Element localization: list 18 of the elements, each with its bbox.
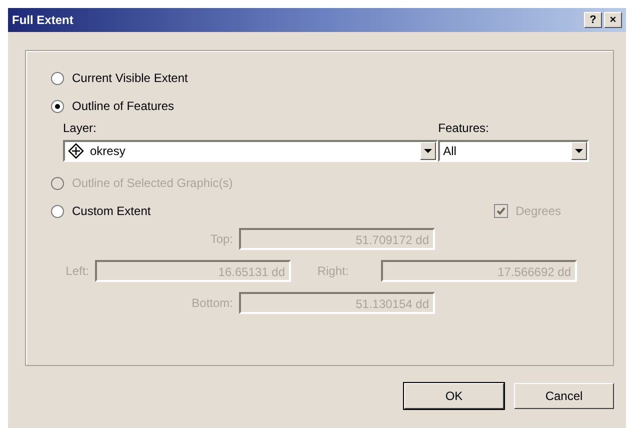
layer-dropdown[interactable]: okresy: [63, 140, 438, 162]
cancel-button[interactable]: Cancel: [514, 383, 614, 409]
top-label: Top:: [209, 232, 234, 246]
radio-option[interactable]: Outline of Features: [51, 99, 174, 113]
radio-option[interactable]: Current Visible Extent: [51, 71, 188, 85]
window-title: Full Extent: [12, 13, 74, 27]
features-dropdown[interactable]: All: [438, 140, 589, 162]
help-button[interactable]: ?: [584, 12, 602, 28]
bottom-label: Bottom:: [190, 296, 234, 310]
right-label: Right:: [316, 264, 350, 278]
radio-option[interactable]: Custom Extent: [51, 204, 151, 218]
left-label: Left:: [64, 264, 90, 278]
close-button[interactable]: ×: [604, 12, 622, 28]
features-label: Features:: [438, 121, 490, 135]
polygon-layer-icon: [68, 143, 84, 159]
ok-button[interactable]: OK: [404, 383, 504, 409]
check-icon: [496, 206, 506, 216]
layer-label: Layer:: [63, 121, 98, 135]
